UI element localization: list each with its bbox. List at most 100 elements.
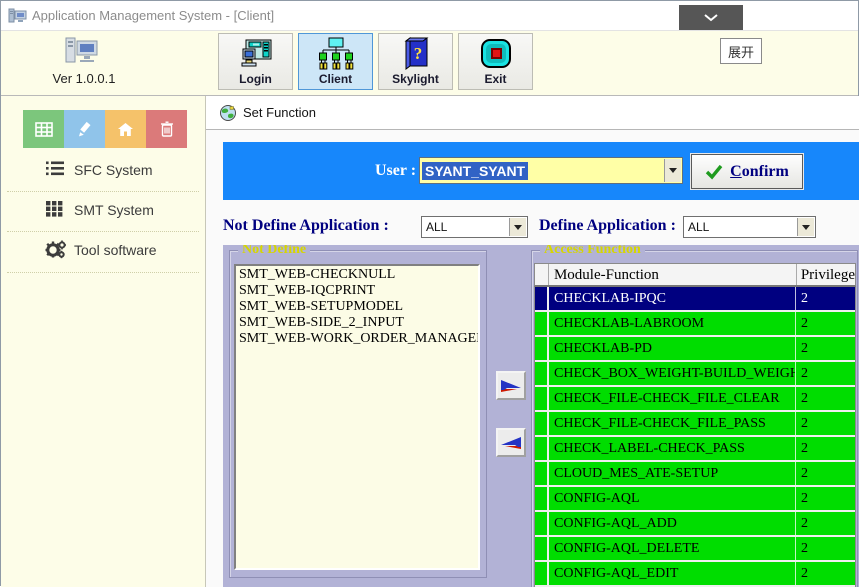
- module-cell: CHECK_LABEL-CHECK_PASS: [549, 437, 796, 460]
- row-header-cell[interactable]: [535, 312, 549, 335]
- exit-icon: [479, 36, 513, 72]
- sidebar-separator: [7, 191, 199, 192]
- not-define-application-label: Not Define Application :: [223, 217, 389, 235]
- module-cell: CHECKLAB-IPQC: [549, 287, 796, 310]
- sidebar-item-smt-system[interactable]: SMT System: [1, 198, 205, 224]
- home-action-button[interactable]: [105, 110, 146, 148]
- privilege-cell: 2: [796, 287, 855, 310]
- computers-icon: [61, 36, 105, 66]
- row-header-cell[interactable]: [535, 412, 549, 435]
- module-cell: CONFIG-AQL_DELETE: [549, 537, 796, 560]
- row-header-cell[interactable]: [535, 362, 549, 385]
- pencil-action-button[interactable]: [64, 110, 105, 148]
- row-header-cell[interactable]: [535, 537, 549, 560]
- table-row[interactable]: CHECKLAB-PD2: [535, 337, 855, 362]
- collapse-chevron-button[interactable]: [679, 5, 743, 30]
- sidebar-item-sfc-system[interactable]: SFC System: [1, 158, 205, 184]
- check-icon: [705, 164, 723, 180]
- confirm-button-label: Confirm: [730, 163, 789, 181]
- privilege-cell: 2: [796, 387, 855, 410]
- trash-icon: [160, 121, 174, 137]
- privilege-cell: 2: [796, 437, 855, 460]
- table-row[interactable]: CONFIG-AQL_DELETE2: [535, 537, 855, 562]
- table-row[interactable]: CHECKLAB-LABROOM2: [535, 312, 855, 337]
- row-header-cell[interactable]: [535, 487, 549, 510]
- table-row[interactable]: CHECKLAB-IPQC2: [535, 287, 855, 312]
- row-header-cell[interactable]: [535, 512, 549, 535]
- sidebar-item-tool-software[interactable]: Tool software: [1, 238, 205, 264]
- grid-action-button[interactable]: [23, 110, 64, 148]
- row-header-cell[interactable]: [535, 562, 549, 585]
- privilege-cell: 2: [796, 487, 855, 510]
- not-define-dropdown-button[interactable]: [509, 218, 526, 236]
- list-item[interactable]: SMT_WEB-CHECKNULL: [239, 267, 478, 283]
- table-row[interactable]: CHECK_BOX_WEIGHT-BUILD_WEIGHT2: [535, 362, 855, 387]
- home-icon: [117, 122, 134, 137]
- list-item[interactable]: SMT_WEB-WORK_ORDER_MANAGEMENT: [239, 331, 478, 347]
- confirm-button[interactable]: Confirm: [691, 154, 803, 189]
- pencil-icon: [77, 121, 93, 137]
- table-row[interactable]: CHECK_LABEL-CHECK_PASS2: [535, 437, 855, 462]
- login-computer-icon: [239, 36, 273, 72]
- chevron-down-icon: [514, 225, 522, 230]
- row-header-cell[interactable]: [535, 287, 549, 310]
- access-function-group-title: Access Function: [540, 245, 645, 258]
- table-row[interactable]: CONFIG-AQL2: [535, 487, 855, 512]
- user-combobox-dropdown-button[interactable]: [664, 159, 681, 182]
- gears-icon: [45, 240, 66, 259]
- not-define-application-combobox[interactable]: ALL: [421, 216, 528, 238]
- form-title: Set Function: [243, 105, 316, 120]
- content: SFC System SMT System: [1, 96, 859, 587]
- table-row[interactable]: CONFIG-AQL_EDIT2: [535, 562, 855, 587]
- window-title: Application Management System - [Client]: [32, 8, 274, 23]
- move-left-button[interactable]: [496, 428, 526, 457]
- privilege-cell: 2: [796, 512, 855, 535]
- privilege-cell: 2: [796, 362, 855, 385]
- table-row[interactable]: CHECK_FILE-CHECK_FILE_CLEAR2: [535, 387, 855, 412]
- user-label: User :: [375, 162, 416, 180]
- grid-squares-icon: [45, 200, 63, 217]
- privilege-column-header: Privilege: [797, 264, 855, 285]
- module-function-column-header: Module-Function: [549, 264, 797, 285]
- version-block: Ver 1.0.0.1: [1, 31, 206, 96]
- row-header-cell[interactable]: [535, 462, 549, 485]
- table-row[interactable]: CONFIG-AQL_ADD2: [535, 512, 855, 537]
- privilege-cell: 2: [796, 312, 855, 335]
- module-cell: CONFIG-AQL_ADD: [549, 512, 796, 535]
- module-cell: CHECKLAB-PD: [549, 337, 796, 360]
- sidebar-item-label: SMT System: [74, 202, 154, 218]
- privilege-cell: 2: [796, 562, 855, 585]
- expand-button[interactable]: 展开: [720, 38, 762, 64]
- row-header-cell[interactable]: [535, 387, 549, 410]
- not-define-group: Not Define SMT_WEB-CHECKNULLSMT_WEB-IQCP…: [229, 250, 487, 578]
- define-application-combobox[interactable]: ALL: [683, 216, 816, 238]
- sidebar-action-buttons: [23, 110, 187, 148]
- row-header-cell[interactable]: [535, 437, 549, 460]
- table-row[interactable]: CLOUD_MES_ATE-SETUP2: [535, 462, 855, 487]
- list-item[interactable]: SMT_WEB-IQCPRINT: [239, 283, 478, 299]
- privilege-cell: 2: [796, 537, 855, 560]
- client-button[interactable]: Client: [298, 33, 373, 90]
- skylight-button-label: Skylight: [392, 72, 439, 86]
- define-dropdown-button[interactable]: [797, 218, 814, 236]
- table-row[interactable]: CHECK_FILE-CHECK_FILE_PASS2: [535, 412, 855, 437]
- not-define-list[interactable]: SMT_WEB-CHECKNULLSMT_WEB-IQCPRINTSMT_WEB…: [234, 264, 480, 570]
- row-header-column: [535, 264, 549, 285]
- skylight-button[interactable]: ? Skylight: [378, 33, 453, 90]
- list-item[interactable]: SMT_WEB-SIDE_2_INPUT: [239, 315, 478, 331]
- grid-icon: [35, 122, 53, 137]
- version-label: Ver 1.0.0.1: [1, 71, 167, 86]
- row-header-cell[interactable]: [535, 337, 549, 360]
- trash-action-button[interactable]: [146, 110, 187, 148]
- move-right-button[interactable]: [496, 371, 526, 400]
- sidebar-item-label: SFC System: [74, 162, 153, 178]
- list-item[interactable]: SMT_WEB-SETUPMODEL: [239, 299, 478, 315]
- sidebar-item-label: Tool software: [74, 242, 156, 258]
- skylight-help-book-icon: ?: [400, 36, 432, 72]
- login-button[interactable]: Login: [218, 33, 293, 90]
- privilege-cell: 2: [796, 337, 855, 360]
- user-combobox[interactable]: SYANT_SYANT: [419, 157, 683, 184]
- module-cell: CONFIG-AQL_EDIT: [549, 562, 796, 585]
- chevron-down-icon: [669, 168, 677, 173]
- exit-button[interactable]: Exit: [458, 33, 533, 90]
